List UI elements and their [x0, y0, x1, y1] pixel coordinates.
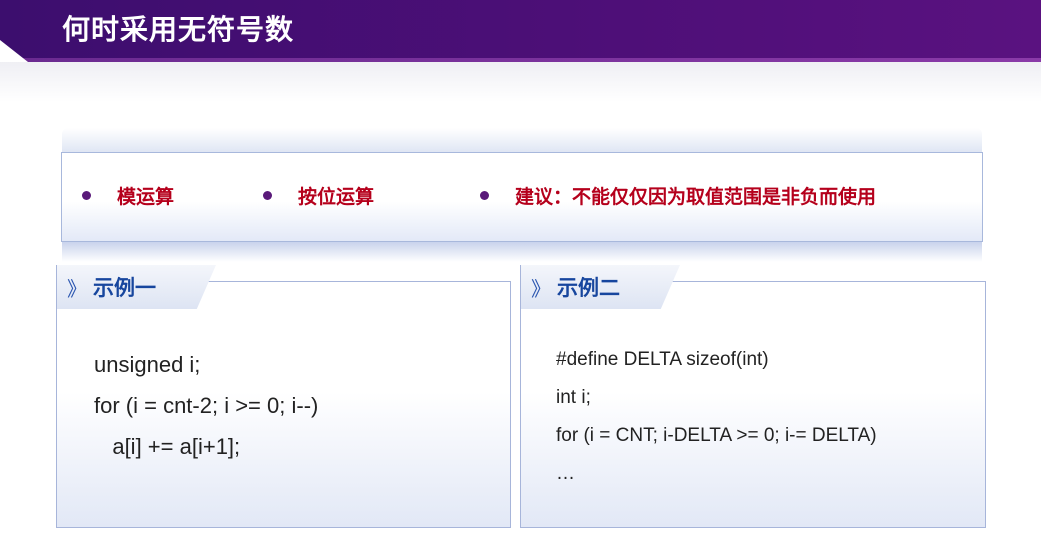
code-line: unsigned i;: [94, 352, 201, 377]
bullet-item-2: 按位运算: [263, 180, 374, 210]
bullet-item-1: 模运算: [82, 180, 174, 210]
code-line: #define DELTA sizeof(int): [556, 349, 769, 370]
code-line: a[i] += a[i+1];: [94, 434, 241, 459]
bullet-text: 按位运算: [298, 185, 375, 208]
example-tab-2: 》 示例二: [520, 265, 680, 309]
double-chevron-right-icon: 》: [67, 276, 87, 301]
example-tab-1: 》 示例一: [56, 265, 216, 309]
bullet-text: 建议：不能仅仅因为取值范围是非负而使用: [515, 185, 877, 208]
code-line: …: [556, 463, 575, 484]
dot-icon: [82, 190, 91, 200]
example-label: 示例一: [93, 276, 156, 300]
double-chevron-right-icon: 》: [531, 276, 551, 301]
header-shadow: [0, 62, 1041, 102]
example-label: 示例二: [557, 276, 620, 300]
bullet-box-bottom-decoration: [62, 242, 982, 262]
bullet-item-3: 建议：不能仅仅因为取值范围是非负而使用: [480, 180, 876, 210]
bullet-text: 模运算: [117, 185, 175, 208]
code-line: int i;: [556, 387, 591, 408]
bullet-box-top-decoration: [62, 128, 982, 152]
dot-icon: [480, 190, 489, 200]
code-line: for (i = cnt-2; i >= 0; i--): [94, 393, 319, 418]
dot-icon: [263, 190, 272, 200]
code-line: for (i = CNT; i-DELTA >= 0; i-= DELTA): [556, 425, 877, 446]
slide-title: 何时采用无符号数: [62, 13, 295, 46]
title-bar-corner: [0, 40, 28, 62]
